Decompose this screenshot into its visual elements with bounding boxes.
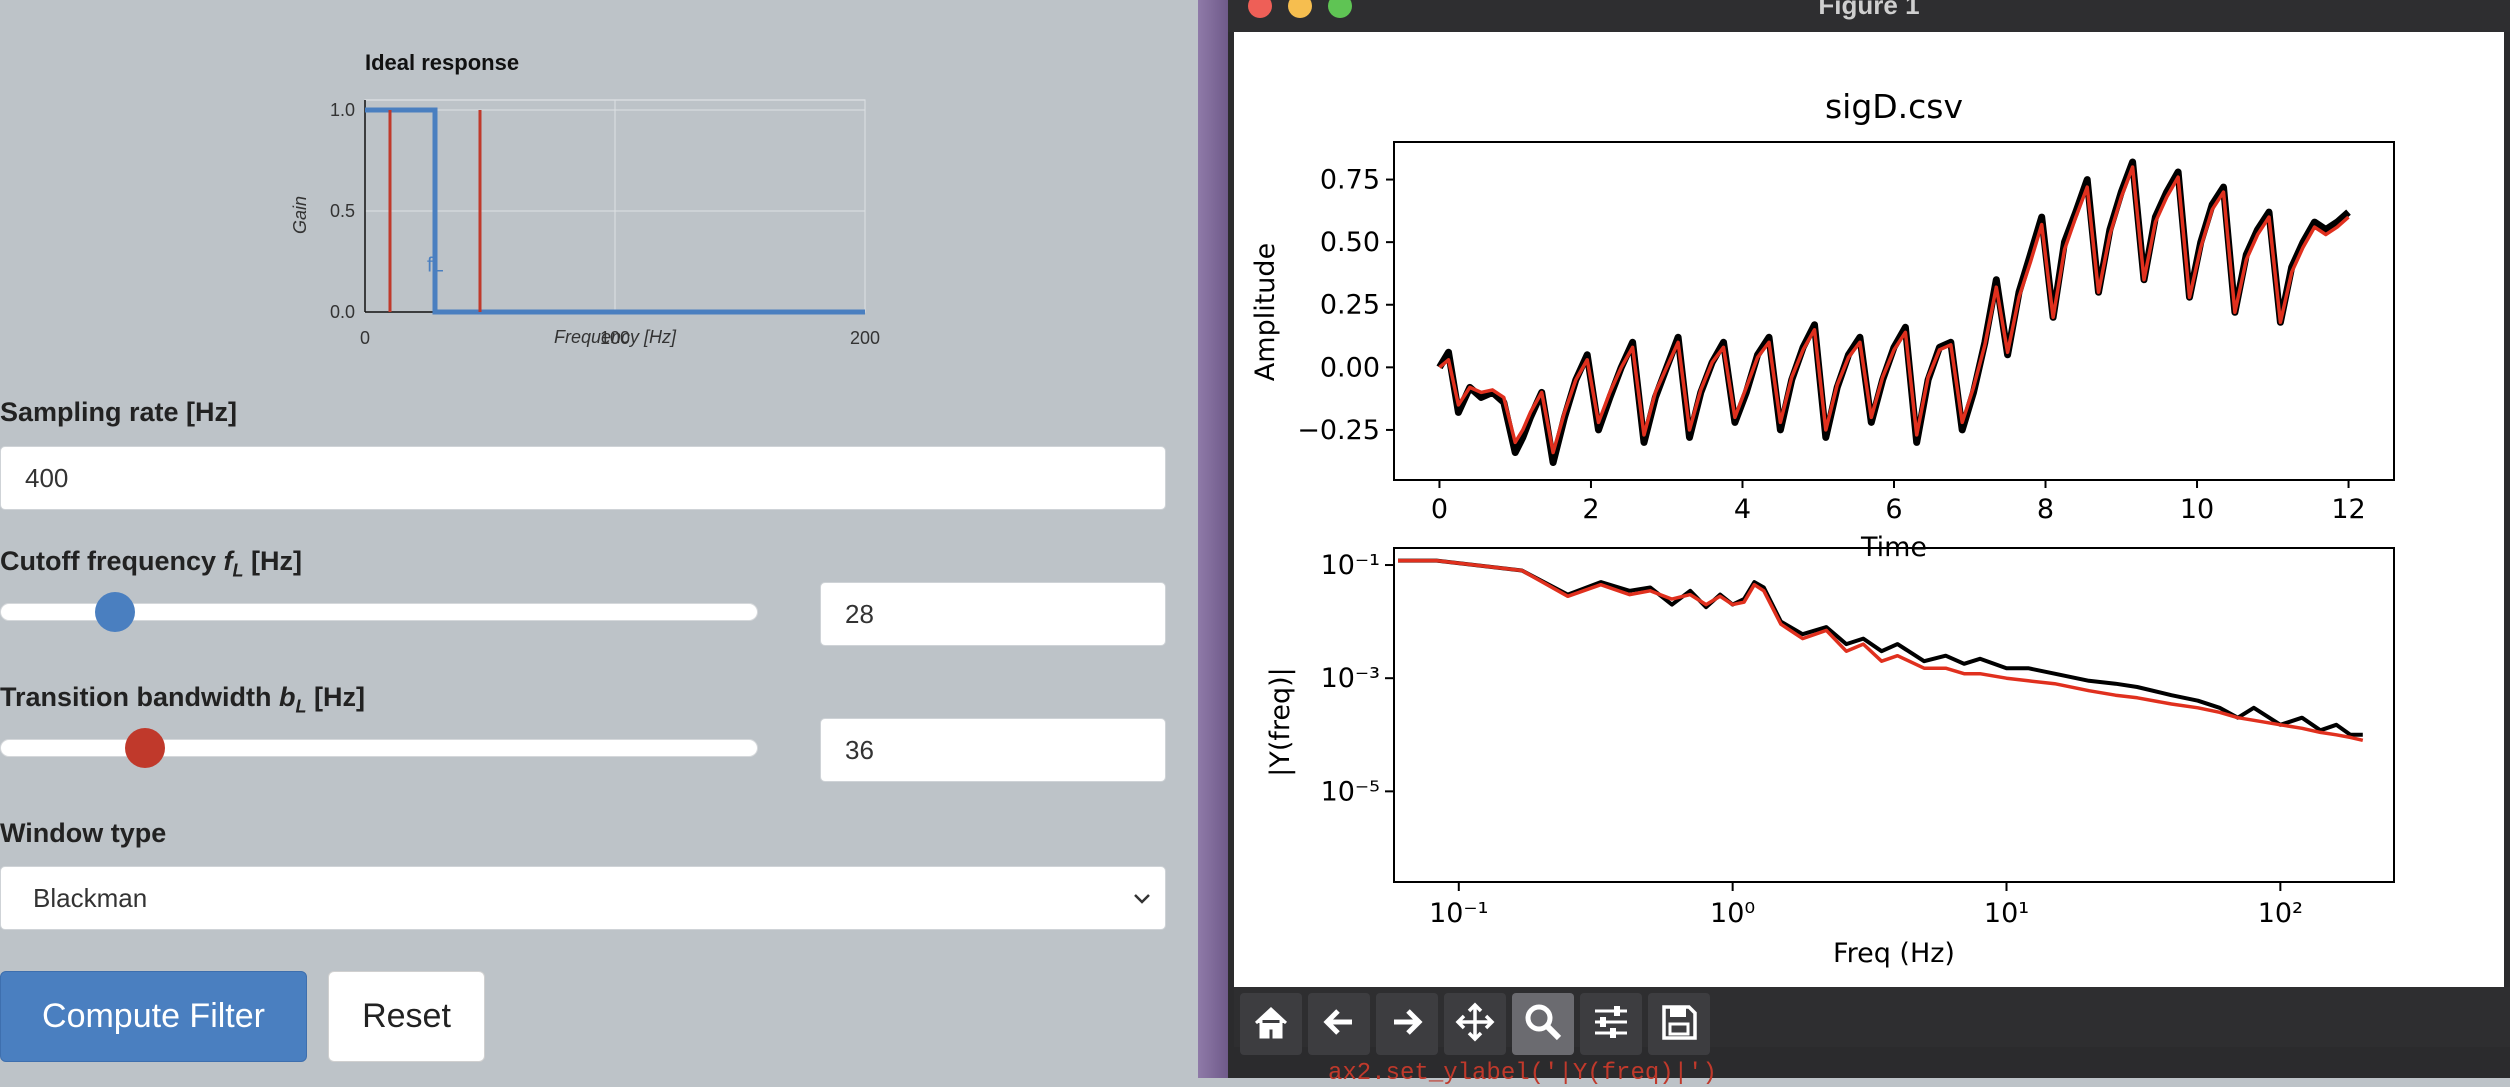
cutoff-annotation: fL <box>427 255 444 277</box>
transition-bandwidth-slider[interactable] <box>0 739 758 757</box>
matplotlib-window: Figure 1 sigD.csv 0 2 4 6 8 10 12 −0.25 0.00 0.25… <box>1228 0 2510 1087</box>
top-x-tick-label: 10 <box>2180 494 2214 525</box>
top-y-tick-label: 0.50 <box>1320 227 1380 258</box>
ideal-x-tick-label: 0 <box>360 328 370 348</box>
sampling-rate-input[interactable]: 400 <box>0 446 1166 510</box>
bottom-plot-ylabel: |Y(freq)| <box>1265 667 1296 777</box>
top-y-tick-label: −0.25 <box>1297 415 1380 446</box>
top-x-tick-label: 6 <box>1885 494 1902 525</box>
transition-bandwidth-input[interactable]: 36 <box>820 718 1166 782</box>
ideal-y-tick-label: 1.0 <box>330 100 355 120</box>
time-domain-plot: 0 2 4 6 8 10 12 −0.25 0.00 0.25 0.50 0.75 <box>1297 141 2395 525</box>
zoom-magnifier-icon <box>1522 1001 1564 1048</box>
save-button[interactable] <box>1648 993 1710 1055</box>
bottom-y-tick-label: 10⁻³ <box>1321 663 1380 694</box>
save-disk-icon <box>1658 1001 1700 1048</box>
filter-design-panel: Ideal response 0 100 200 0.0 0.5 1.0 fL Gain F… <box>0 0 1198 1078</box>
transition-bandwidth-label: Transition bandwidth bL [Hz] <box>0 682 365 717</box>
bandwidth-slider-thumb[interactable] <box>125 728 166 768</box>
top-y-tick-label: 0.00 <box>1320 352 1380 383</box>
top-x-tick-label: 4 <box>1734 494 1751 525</box>
navigation-toolbar <box>1234 987 2510 1055</box>
cutoff-frequency-label: Cutoff frequency fL [Hz] <box>0 546 302 581</box>
ideal-chart-plot: 0 100 2000.00.51.0fL <box>330 99 880 348</box>
bottom-plot-xlabel: Freq (Hz) <box>1833 938 1955 969</box>
top-x-tick-label: 12 <box>2331 494 2365 525</box>
top-x-tick-label: 2 <box>1582 494 1599 525</box>
pan-button[interactable] <box>1444 993 1506 1055</box>
bandwidth-label-text: Transition bandwidth <box>0 682 279 712</box>
top-plot-frame <box>1393 141 2395 481</box>
cutoff-label-text: Cutoff frequency <box>0 546 224 576</box>
ideal-chart-title: Ideal response <box>365 50 519 75</box>
reset-button[interactable]: Reset <box>328 971 485 1062</box>
ideal-chart-xlabel: Frequency [Hz] <box>554 327 677 347</box>
top-y-tick-label: 0.75 <box>1320 165 1380 196</box>
frequency-domain-plot: 10⁻¹ 10⁰ 10¹ 10² 10⁻⁵ 10⁻³ 10⁻¹ <box>1321 547 2395 929</box>
bandwidth-label-var: b <box>279 682 296 712</box>
window-titlebar: Figure 1 <box>1228 0 2510 32</box>
home-button[interactable] <box>1240 993 1302 1055</box>
zoom-button[interactable] <box>1512 993 1574 1055</box>
bottom-x-tick-label: 10² <box>2258 898 2303 929</box>
ideal-response-chart: Ideal response 0 100 2000.00.51.0fL Gain F… <box>290 50 880 348</box>
ideal-y-tick-label: 0.5 <box>330 201 355 221</box>
configure-subplots-button[interactable] <box>1580 993 1642 1055</box>
cutoff-slider-thumb[interactable] <box>94 592 135 632</box>
cutoff-label-var: f <box>223 546 233 576</box>
window-title: Figure 1 <box>1818 0 1920 20</box>
bottom-y-tick-label: 10⁻¹ <box>1321 550 1380 581</box>
window-type-selected: Blackman <box>33 882 148 913</box>
top-plot-title: sigD.csv <box>1825 87 1963 126</box>
top-plot-ylabel: Amplitude <box>1250 243 1281 381</box>
ideal-chart-ylabel: Gain <box>290 196 310 234</box>
window-type-label: Window type <box>0 818 167 848</box>
figure-canvas: sigD.csv 0 2 4 6 8 10 12−0.250.000.250.500.75 … <box>1234 32 2504 987</box>
sampling-rate-label: Sampling rate [Hz] <box>0 397 238 427</box>
ideal-x-tick-label: 200 <box>850 328 880 348</box>
bottom-x-tick-label: 10⁰ <box>1710 898 1755 929</box>
top-y-tick-label: 0.25 <box>1320 290 1380 321</box>
forward-arrow-icon <box>1386 1001 1428 1048</box>
window-divider <box>1198 0 1228 1078</box>
bandwidth-label-unit: [Hz] <box>306 682 365 712</box>
bottom-y-tick-label: 10⁻⁵ <box>1321 776 1380 807</box>
pan-move-icon <box>1454 1001 1496 1048</box>
home-icon <box>1250 1001 1292 1048</box>
bottom-x-tick-label: 10¹ <box>1984 898 2029 929</box>
back-button[interactable] <box>1308 993 1370 1055</box>
editor-code-line: ax2.set_ylabel('|Y(freq)|') <box>1328 1060 1717 1087</box>
back-arrow-icon <box>1318 1001 1360 1048</box>
cutoff-frequency-input[interactable]: 28 <box>820 582 1166 646</box>
ideal-y-tick-label: 0.0 <box>330 302 355 322</box>
cutoff-label-sub: L <box>232 560 244 581</box>
bottom-x-tick-label: 10⁻¹ <box>1429 898 1488 929</box>
top-x-tick-label: 0 <box>1431 494 1448 525</box>
cutoff-label-unit: [Hz] <box>243 546 302 576</box>
compute-filter-button[interactable]: Compute Filter <box>0 971 307 1062</box>
top-x-tick-label: 8 <box>2037 494 2054 525</box>
bandwidth-label-sub: L <box>295 696 307 717</box>
chevron-down-icon <box>1131 885 1153 916</box>
window-type-select[interactable]: Blackman <box>0 866 1166 930</box>
subplots-config-icon <box>1590 1001 1632 1048</box>
spectrum-series-line <box>1398 558 2363 737</box>
forward-button[interactable] <box>1376 993 1438 1055</box>
time-series-line <box>1438 165 2350 455</box>
